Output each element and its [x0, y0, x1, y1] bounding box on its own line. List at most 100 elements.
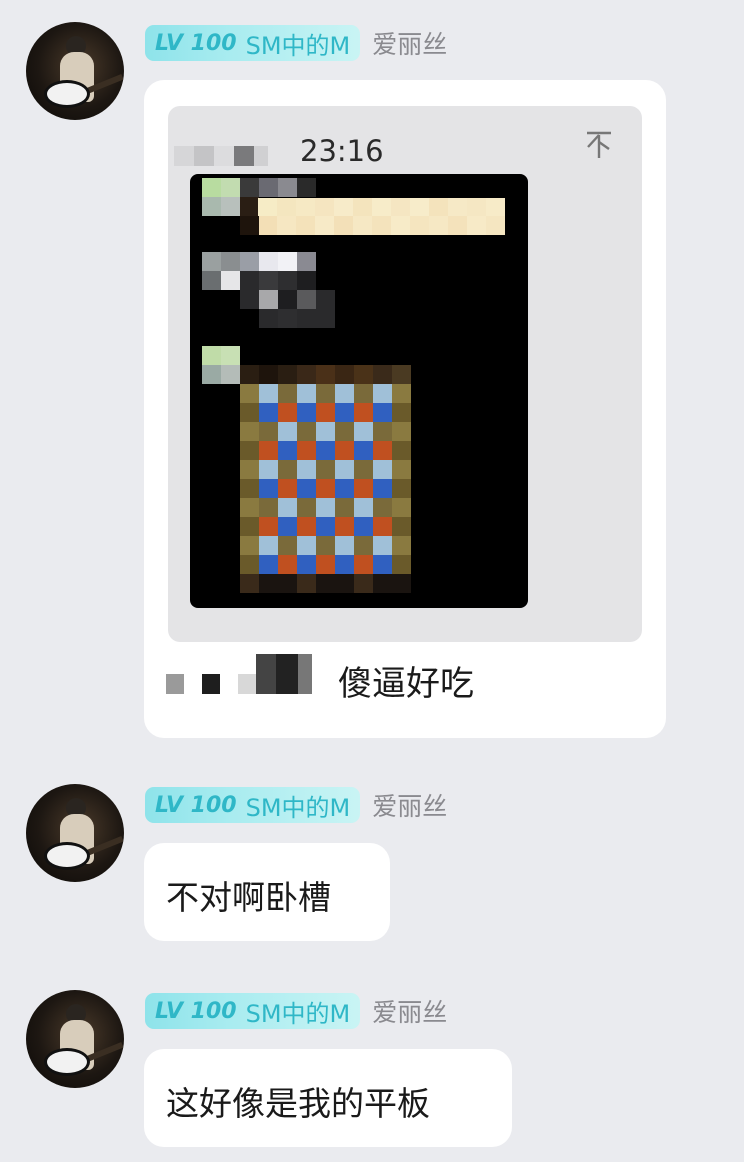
mosaic-pixel: [392, 555, 411, 574]
level-title-badge[interactable]: LV 100 SM中的M: [145, 25, 361, 61]
mosaic-pixel: [335, 441, 354, 460]
mosaic-pixel: [297, 290, 316, 309]
mosaic-pixel: [240, 460, 259, 479]
mosaic-pixel: [259, 441, 278, 460]
message-bubble[interactable]: 23:16 傻逼好吃: [144, 80, 666, 738]
mosaic-pixel: [297, 536, 316, 555]
mosaic-pixel: [315, 216, 334, 235]
message-text: 这好像是我的平板: [166, 1084, 430, 1123]
caption-text: 傻逼好吃: [338, 664, 474, 704]
mosaic-pixel: [278, 309, 297, 328]
mosaic-pixel: [410, 198, 429, 217]
mosaic-pixel: [429, 198, 448, 217]
quoted-screenshot-image[interactable]: [190, 174, 528, 608]
mosaic-pixel: [202, 365, 221, 384]
mosaic-pixel: [258, 216, 277, 235]
mosaic-pixel: [240, 403, 259, 422]
sender-meta: LV 100 SM中的M 爱丽丝: [145, 992, 447, 1030]
mosaic-pixel: [316, 555, 335, 574]
message-caption: 傻逼好吃: [166, 654, 496, 704]
sender-meta: LV 100 SM中的M 爱丽丝: [145, 786, 447, 824]
mosaic-pixel: [297, 422, 316, 441]
mosaic-pixel: [392, 574, 411, 593]
mosaic-pixel: [259, 252, 278, 271]
mosaic-pixel: [297, 403, 316, 422]
mosaic-pixel: [316, 422, 335, 441]
mosaic-pixel: [353, 198, 372, 217]
sender-nickname[interactable]: 爱丽丝: [372, 993, 447, 1029]
mosaic-pixel: [259, 178, 278, 197]
level-title-badge[interactable]: LV 100 SM中的M: [145, 787, 361, 823]
mosaic-pixel: [259, 574, 278, 593]
sender-meta: LV 100 SM中的M 爱丽丝: [145, 24, 447, 62]
mosaic-pixel: [297, 498, 316, 517]
level-title-badge[interactable]: LV 100 SM中的M: [145, 993, 361, 1029]
mosaic-pixel: [354, 365, 373, 384]
mosaic-pixel: [258, 198, 277, 217]
arrow-top-icon[interactable]: [584, 130, 614, 168]
mosaic-pixel: [373, 460, 392, 479]
mosaic-pixel: [392, 403, 411, 422]
mosaic-pixel: [335, 536, 354, 555]
mosaic-pixel: [391, 198, 410, 217]
avatar[interactable]: [26, 22, 124, 120]
mosaic-pixel: [297, 252, 316, 271]
mosaic-pixel: [240, 441, 259, 460]
mosaic-pixel: [316, 290, 335, 309]
mosaic-pixel: [240, 384, 259, 403]
mosaic-pixel: [202, 252, 221, 271]
avatar[interactable]: [26, 784, 124, 882]
mosaic-pixel: [335, 479, 354, 498]
mosaic-pixel: [316, 536, 335, 555]
mosaic-pixel: [240, 271, 259, 290]
quoted-message-card[interactable]: 23:16: [168, 106, 642, 642]
mosaic-pixel: [354, 574, 373, 593]
mosaic-pixel: [316, 498, 335, 517]
sender-nickname[interactable]: 爱丽丝: [372, 25, 447, 61]
mosaic-pixel: [278, 536, 297, 555]
avatar[interactable]: [26, 990, 124, 1088]
mosaic-pixel: [240, 536, 259, 555]
mosaic-pixel: [296, 198, 315, 217]
mosaic-pixel: [372, 216, 391, 235]
mosaic-pixel: [392, 441, 411, 460]
mosaic-pixel: [297, 517, 316, 536]
mosaic-pixel: [316, 384, 335, 403]
mosaic-pixel: [373, 517, 392, 536]
mosaic-pixel: [221, 271, 240, 290]
mosaic-pixel: [297, 384, 316, 403]
mosaic-pixel: [278, 290, 297, 309]
mosaic-pixel: [240, 290, 259, 309]
mosaic-pixel: [278, 555, 297, 574]
mosaic-pixel: [297, 365, 316, 384]
mosaic-pixel: [277, 216, 296, 235]
mosaic-pixel: [354, 536, 373, 555]
mosaic-pixel: [278, 460, 297, 479]
mosaic-pixel: [486, 216, 505, 235]
mosaic-pixel: [335, 384, 354, 403]
sender-nickname[interactable]: 爱丽丝: [372, 787, 447, 823]
mosaic-pixel: [240, 479, 259, 498]
mosaic-pixel: [278, 479, 297, 498]
mosaic-pixel: [278, 517, 297, 536]
mosaic-pixel: [240, 517, 259, 536]
mosaic-pixel: [278, 441, 297, 460]
mosaic-pixel: [297, 479, 316, 498]
mosaic-pixel: [392, 365, 411, 384]
mosaic-pixel: [373, 403, 392, 422]
mosaic-pixel: [334, 216, 353, 235]
mosaic-pixel: [278, 271, 297, 290]
mosaic-pixel: [354, 422, 373, 441]
mosaic-pixel: [354, 517, 373, 536]
mosaic-pixel: [240, 216, 259, 235]
mosaic-pixel: [391, 216, 410, 235]
message-bubble[interactable]: 这好像是我的平板: [144, 1049, 512, 1147]
mosaic-pixel: [259, 384, 278, 403]
mosaic-pixel: [259, 365, 278, 384]
mosaic-pixel: [354, 384, 373, 403]
mosaic-pixel: [373, 536, 392, 555]
message-bubble[interactable]: 不对啊卧槽: [144, 843, 390, 941]
mosaic-pixel: [448, 216, 467, 235]
mosaic-pixel: [259, 309, 278, 328]
mosaic-pixel: [335, 422, 354, 441]
